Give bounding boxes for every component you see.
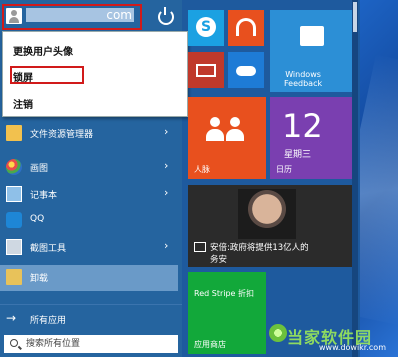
start-menu: com 文件资源管理器 › 画图 › 记事本 › QQ 截图工具 › 卸载 → … xyxy=(0,0,360,357)
folder-icon xyxy=(6,125,22,141)
search-input[interactable]: 搜索所有位置 xyxy=(26,339,80,349)
watermark-url: www.dowikr.com xyxy=(319,343,386,352)
power-icon[interactable] xyxy=(158,7,174,25)
menu-item-change-avatar[interactable]: 更换用户头像 xyxy=(13,43,73,58)
chevron-right-icon[interactable]: › xyxy=(164,186,168,199)
app-item-snipping-tool[interactable]: 截图工具 › xyxy=(0,235,182,259)
app-item-label: 截图工具 xyxy=(30,244,67,254)
qq-icon xyxy=(6,212,22,228)
feedback-icon xyxy=(300,26,324,46)
calendar-day: 12 xyxy=(282,107,323,145)
menu-item-lock[interactable]: 锁屏 xyxy=(13,69,33,84)
menu-item-sign-out[interactable]: 注销 xyxy=(13,96,33,111)
app-item-label: 卸载 xyxy=(30,274,49,284)
chevron-right-icon[interactable]: › xyxy=(164,239,168,252)
tile-label: Windows Feedback xyxy=(284,70,323,88)
skype-icon: S xyxy=(196,17,216,37)
app-item-paint[interactable]: 画图 › xyxy=(0,155,182,179)
notepad-icon xyxy=(6,186,22,202)
video-icon xyxy=(196,64,216,77)
tile-label: 应用商店 xyxy=(194,340,226,349)
user-bar[interactable]: com xyxy=(0,0,182,34)
watermark-logo-icon xyxy=(269,324,287,342)
app-item-notepad[interactable]: 记事本 › xyxy=(0,182,182,206)
watermark: 当家软件园 www.dowikr.com xyxy=(265,318,395,354)
news-headline-2: 务安 xyxy=(210,255,228,265)
app-item-label: 画图 xyxy=(30,164,49,174)
people-icon xyxy=(206,115,246,145)
divider xyxy=(0,304,182,305)
all-apps-label: 所有应用 xyxy=(30,316,67,326)
tile-label: 人脉 xyxy=(194,165,210,174)
tile-music[interactable] xyxy=(228,10,264,46)
news-photo xyxy=(238,189,296,239)
tile-skype[interactable]: S xyxy=(188,10,224,46)
tile-people[interactable]: 人脉 xyxy=(188,97,266,179)
scrollbar-thumb[interactable] xyxy=(353,2,357,32)
user-name-highlight xyxy=(2,4,142,30)
news-headline: 安倍:政府将提供13亿人的 xyxy=(210,243,309,253)
tile-news[interactable]: 安倍:政府将提供13亿人的 务安 xyxy=(188,185,354,267)
app-item-qq[interactable]: QQ xyxy=(0,208,182,232)
app-item-uninstall[interactable]: 卸载 xyxy=(0,265,178,291)
tile-video[interactable] xyxy=(188,52,224,88)
news-icon xyxy=(194,242,206,252)
calendar-weekday: 星期三 xyxy=(284,150,312,160)
scrollbar[interactable] xyxy=(352,0,358,357)
all-apps-button[interactable]: → 所有应用 xyxy=(0,307,182,331)
snipping-icon xyxy=(6,239,22,255)
cloud-icon xyxy=(236,66,256,76)
store-promo: Red Stripe 折扣 xyxy=(194,289,255,298)
headphones-icon xyxy=(236,18,256,36)
tile-label: 日历 xyxy=(276,165,292,174)
tile-store[interactable]: Red Stripe 折扣 应用商店 xyxy=(188,272,266,354)
chevron-right-icon[interactable]: › xyxy=(164,125,168,138)
tile-calendar[interactable]: 12 星期三 日历 xyxy=(270,97,354,179)
app-item-label: 文件资源管理器 xyxy=(30,130,94,140)
app-item-label: QQ xyxy=(30,214,45,224)
chevron-right-icon[interactable]: › xyxy=(164,159,168,172)
arrow-right-icon: → xyxy=(6,311,17,325)
search-icon xyxy=(10,339,18,347)
paint-icon xyxy=(6,159,22,175)
app-item-label: 记事本 xyxy=(30,191,58,201)
desktop-background xyxy=(321,0,398,357)
user-menu: 更换用户头像 锁屏 注销 xyxy=(2,31,188,117)
tile-windows-feedback[interactable]: Windows Feedback xyxy=(270,10,354,92)
search-box[interactable]: 搜索所有位置 xyxy=(4,335,178,353)
app-item-file-explorer[interactable]: 文件资源管理器 › xyxy=(0,121,182,145)
uninstall-icon xyxy=(6,269,22,285)
tile-onedrive[interactable] xyxy=(228,52,264,88)
